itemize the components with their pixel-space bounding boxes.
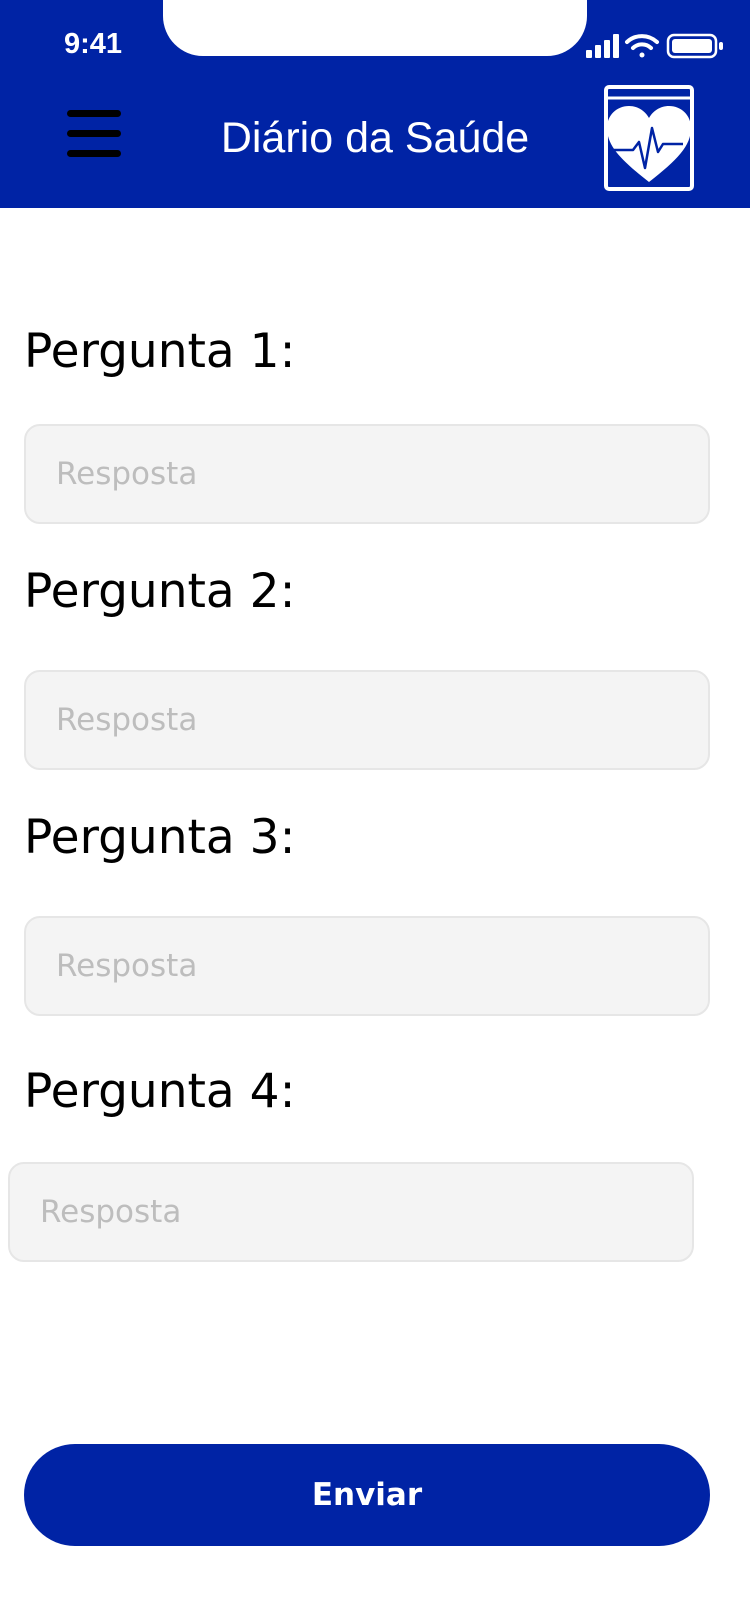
status-time: 9:41: [64, 28, 123, 60]
status-icons: [586, 33, 723, 59]
answer-1-input[interactable]: [24, 424, 710, 524]
question-3-label: Pergunta 3:: [24, 810, 296, 865]
cellular-signal-icon: [586, 34, 619, 58]
wifi-icon: [625, 34, 659, 58]
app-title: Diário da Saúde: [220, 114, 530, 162]
app-header: 9:41 Diário da Saúde: [0, 0, 750, 208]
answer-2-input[interactable]: [24, 670, 710, 770]
submit-button[interactable]: Enviar: [24, 1444, 710, 1546]
device-notch: [163, 0, 587, 56]
question-2-label: Pergunta 2:: [24, 564, 296, 619]
health-diary-book-heart-icon: [604, 85, 694, 191]
hamburger-menu-icon[interactable]: [62, 104, 126, 164]
question-4-label: Pergunta 4:: [24, 1064, 296, 1119]
answer-3-input[interactable]: [24, 916, 710, 1016]
battery-icon: [666, 33, 723, 59]
answer-4-input[interactable]: [8, 1162, 694, 1262]
question-1-label: Pergunta 1:: [24, 324, 296, 379]
